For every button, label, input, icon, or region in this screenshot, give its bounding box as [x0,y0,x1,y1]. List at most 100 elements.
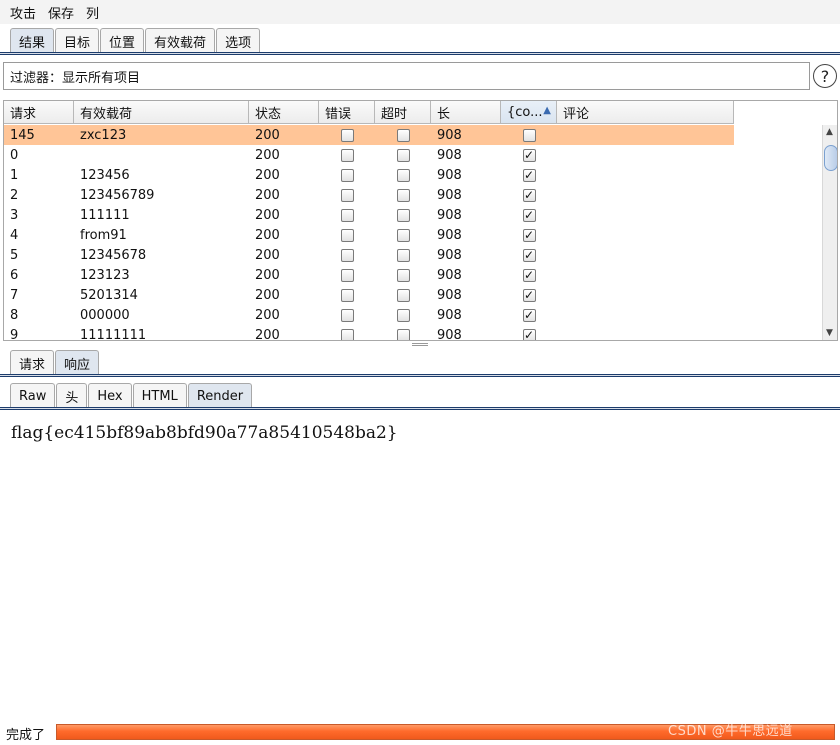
scroll-up-icon[interactable]: ▲ [826,127,833,137]
menu-save[interactable]: 保存 [48,3,74,22]
checkbox[interactable] [340,208,354,222]
cell-request: 145 [10,127,35,143]
checkbox[interactable] [340,168,354,182]
col-timeout[interactable]: 超时 [375,101,431,124]
table-row[interactable]: 2 123456789 200 908 ✓ [4,185,734,205]
cell-error-checkbox [319,325,375,340]
checkbox[interactable] [396,188,410,202]
menu-bar: 攻击 保存 列 [0,0,840,24]
tab-headers[interactable]: 头 [56,383,88,408]
tab-response[interactable]: 响应 [55,350,100,375]
cell-co-checkbox: ✓ [501,265,557,285]
cell-status: 200 [255,307,280,323]
table-row[interactable]: 0 200 908 ✓ [4,145,734,165]
cell-co-checkbox: ✓ [501,305,557,325]
checkbox[interactable] [340,128,354,142]
checkbox[interactable] [396,168,410,182]
tab-hex[interactable]: Hex [88,383,132,408]
col-comment[interactable]: 评论 [557,101,734,124]
cell-payload: 123456789 [80,187,155,203]
col-request[interactable]: 请求 [4,101,74,124]
message-tab-divider [0,374,840,377]
tab-request[interactable]: 请求 [10,350,55,375]
col-payload[interactable]: 有效载荷 [74,101,249,124]
filter-label: 过滤器：显示所有项目 [10,70,141,86]
tab-html[interactable]: HTML [132,383,187,408]
checkbox[interactable] [340,328,354,340]
checkbox[interactable] [522,128,536,142]
tab-positions[interactable]: 位置 [100,28,145,53]
tab-options[interactable]: 选项 [216,28,261,53]
col-status[interactable]: 状态 [249,101,319,124]
results-table: 请求 有效载荷 状态 错误 超时 长 {co... ▲ 评论 145 zxc123… [3,100,838,341]
checkbox[interactable] [340,288,354,302]
cell-error-checkbox [319,165,375,185]
checkbox[interactable] [340,228,354,242]
checkbox[interactable] [340,148,354,162]
col-error[interactable]: 错误 [319,101,375,124]
tab-raw[interactable]: Raw [10,383,56,408]
check-icon: ✓ [523,188,535,202]
cell-error-checkbox [319,205,375,225]
checkbox[interactable]: ✓ [522,248,536,262]
checkbox[interactable] [396,208,410,222]
checkbox[interactable]: ✓ [522,168,536,182]
checkbox[interactable] [340,248,354,262]
checkbox[interactable] [396,248,410,262]
checkbox[interactable] [340,268,354,282]
checkbox[interactable]: ✓ [522,208,536,222]
table-row[interactable]: 9 11111111 200 908 ✓ [4,325,734,341]
col-length[interactable]: 长 [431,101,501,124]
checkbox[interactable] [396,128,410,142]
checkbox[interactable]: ✓ [522,188,536,202]
table-row[interactable]: 3 111111 200 908 ✓ [4,205,734,225]
checkbox[interactable] [396,268,410,282]
cell-error-checkbox [319,125,375,145]
checkbox[interactable] [396,228,410,242]
cell-comment [557,285,734,305]
cell-timeout-checkbox [375,245,431,265]
cell-comment [557,305,734,325]
tab-target[interactable]: 目标 [55,28,100,53]
checkbox[interactable]: ✓ [522,308,536,322]
menu-attack[interactable]: 攻击 [10,3,36,22]
help-icon[interactable]: ? [813,64,837,88]
cell-timeout-checkbox [375,125,431,145]
col-co[interactable]: {co... ▲ [501,101,557,124]
table-row[interactable]: 145 zxc123 200 908 [4,125,734,145]
tab-payloads[interactable]: 有效载荷 [145,28,216,53]
table-scrollbar[interactable]: ▲ ▼ [822,125,837,340]
table-row[interactable]: 7 5201314 200 908 ✓ [4,285,734,305]
message-tab-bar: 请求 响应 [0,350,100,375]
tab-results[interactable]: 结果 [10,28,55,53]
scroll-down-icon[interactable]: ▼ [826,328,833,338]
checkbox[interactable] [396,288,410,302]
tab-render[interactable]: Render [187,383,253,408]
table-row[interactable]: 6 123123 200 908 ✓ [4,265,734,285]
filter-bar[interactable]: 过滤器：显示所有项目 [3,62,810,90]
table-row[interactable]: 4 from91 200 908 ✓ [4,225,734,245]
cell-status: 200 [255,187,280,203]
cell-error-checkbox [319,245,375,265]
cell-payload: 11111111 [80,327,147,341]
splitter-handle[interactable] [412,343,428,346]
checkbox[interactable]: ✓ [522,268,536,282]
checkbox[interactable] [340,308,354,322]
cell-timeout-checkbox [375,205,431,225]
checkbox[interactable]: ✓ [522,328,536,340]
cell-comment [557,205,734,225]
table-row[interactable]: 1 123456 200 908 ✓ [4,165,734,185]
checkbox[interactable] [396,148,410,162]
checkbox[interactable]: ✓ [522,288,536,302]
cell-payload: 123123 [80,267,130,283]
table-row[interactable]: 8 000000 200 908 ✓ [4,305,734,325]
cell-error-checkbox [319,145,375,165]
table-row[interactable]: 5 12345678 200 908 ✓ [4,245,734,265]
checkbox[interactable]: ✓ [522,148,536,162]
checkbox[interactable] [396,328,410,340]
checkbox[interactable]: ✓ [522,228,536,242]
checkbox[interactable] [396,308,410,322]
scroll-thumb[interactable] [824,145,837,171]
checkbox[interactable] [340,188,354,202]
menu-columns[interactable]: 列 [86,3,99,22]
